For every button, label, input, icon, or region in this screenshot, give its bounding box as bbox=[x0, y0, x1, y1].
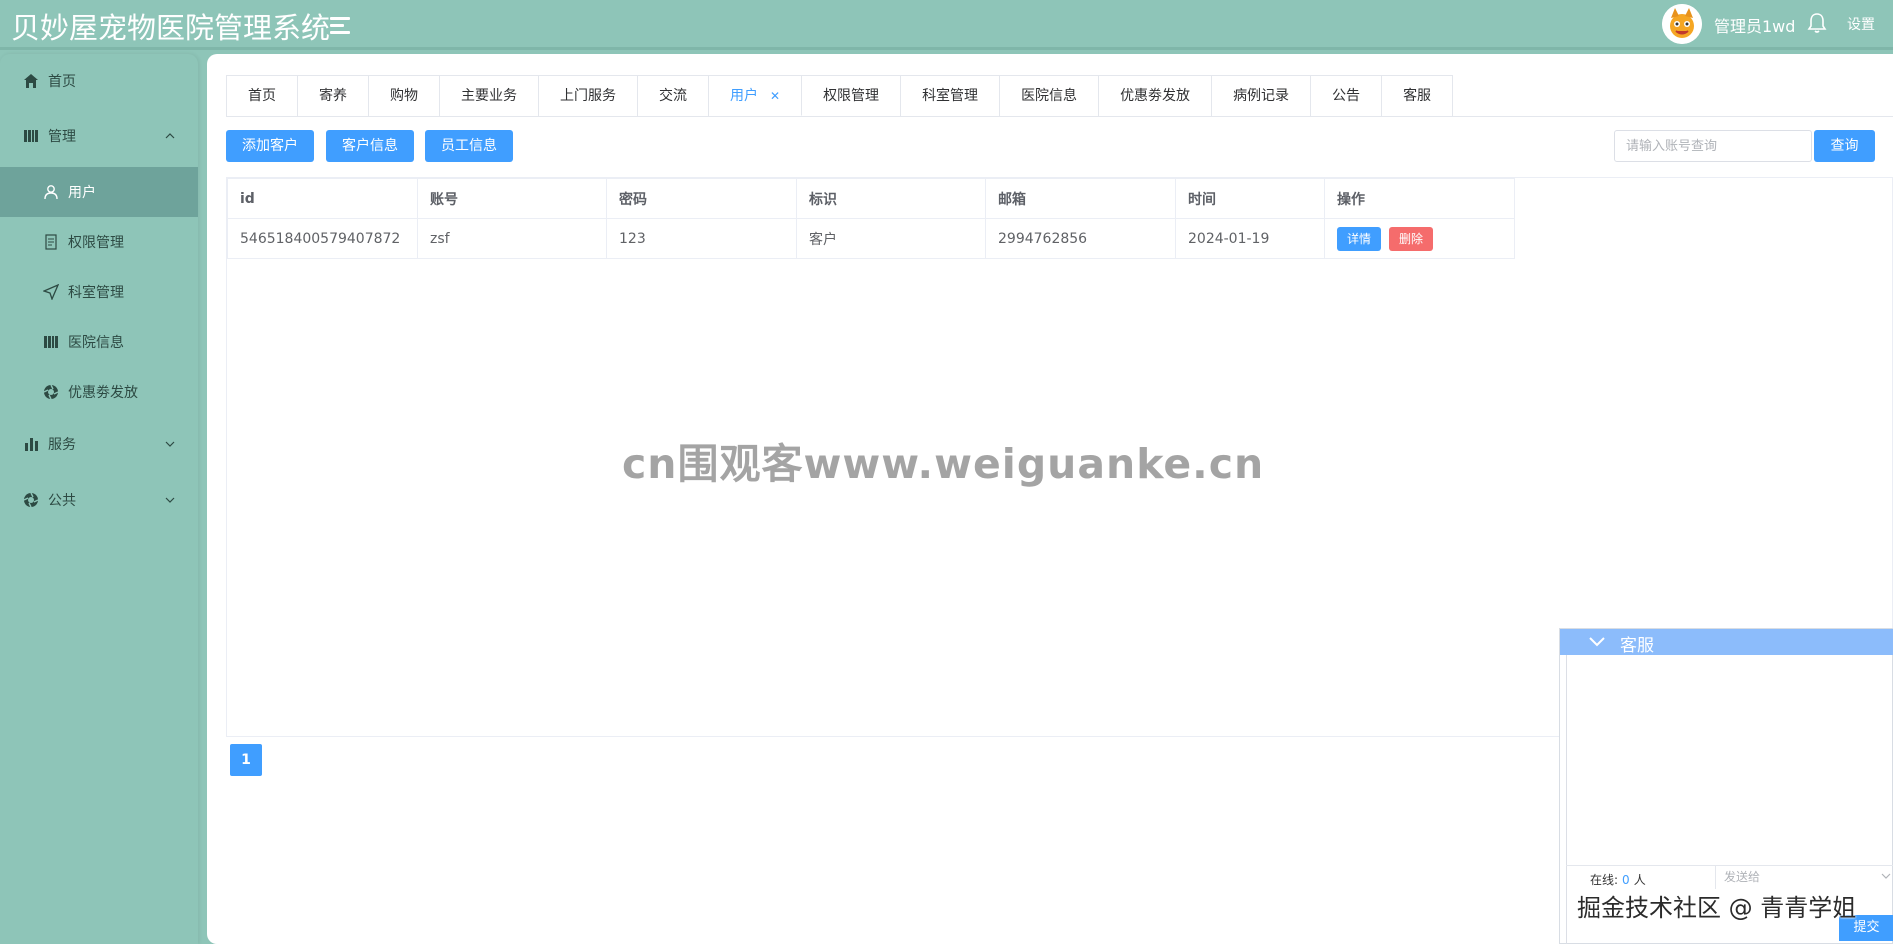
online-status: 在线: 0 人 bbox=[1590, 871, 1646, 888]
sidebar-item-permissions[interactable]: 权限管理 bbox=[0, 217, 198, 267]
cell-time: 2024-01-19 bbox=[1175, 218, 1325, 259]
chat-divider bbox=[1566, 655, 1567, 944]
customer-info-button[interactable]: 客户信息 bbox=[326, 130, 414, 162]
book-icon bbox=[23, 128, 39, 144]
sidebar-item-users[interactable]: 用户 bbox=[0, 167, 198, 217]
table-header-row: id 账号 密码 标识 邮箱 时间 操作 bbox=[227, 178, 1515, 219]
chevron-down-icon bbox=[165, 441, 175, 447]
cell-password: 123 bbox=[606, 218, 797, 259]
table-row: 546518400579407872 zsf 123 客户 2994762856… bbox=[227, 218, 1515, 259]
chat-header[interactable]: 客服 bbox=[1560, 629, 1893, 656]
menu-toggle-icon[interactable] bbox=[330, 17, 352, 35]
tab-customer-service[interactable]: 客服 bbox=[1382, 76, 1452, 116]
tab-departments[interactable]: 科室管理 bbox=[901, 76, 1001, 116]
bell-icon[interactable] bbox=[1807, 12, 1827, 34]
watermark-text: cn围观客www.weiguanke.cn bbox=[622, 440, 1265, 488]
tab-announcements[interactable]: 公告 bbox=[1311, 76, 1383, 116]
cell-email: 2994762856 bbox=[985, 218, 1176, 259]
sidebar-item-service[interactable]: 服务 bbox=[0, 419, 198, 469]
send-to-select[interactable]: 发送给 bbox=[1715, 865, 1893, 889]
cell-actions: 详情 删除 bbox=[1324, 218, 1515, 259]
online-label: 在线: bbox=[1590, 873, 1619, 887]
tab-hospital-info[interactable]: 医院信息 bbox=[1000, 76, 1100, 116]
pagination-page[interactable]: 1 bbox=[230, 744, 262, 776]
sidebar-item-label: 医院信息 bbox=[68, 335, 124, 351]
sidebar-item-public[interactable]: 公共 bbox=[0, 475, 198, 525]
cell-role: 客户 bbox=[796, 218, 986, 259]
tab-coupons[interactable]: 优惠劵发放 bbox=[1099, 76, 1213, 116]
send-icon bbox=[42, 283, 60, 301]
column-header: 账号 bbox=[417, 178, 607, 219]
online-unit: 人 bbox=[1633, 873, 1646, 887]
chevron-down-icon bbox=[1881, 873, 1891, 879]
sidebar: 首页 管理 用户 权限管理 科室管理 医院信息 优惠劵发放 服务 公共 bbox=[0, 54, 198, 944]
bar-chart-icon bbox=[23, 436, 39, 452]
sidebar-item-label: 用户 bbox=[68, 185, 96, 201]
close-icon[interactable]: ✕ bbox=[770, 89, 780, 103]
top-header: 贝妙屋宠物医院管理系统 管理员1wd 设置 bbox=[0, 0, 1893, 50]
tab-label: 用户 bbox=[730, 88, 758, 104]
sidebar-item-label: 科室管理 bbox=[68, 285, 124, 301]
chevron-down-icon bbox=[165, 497, 175, 503]
chat-title: 客服 bbox=[1620, 636, 1654, 656]
tabs-divider bbox=[226, 116, 1893, 117]
cell-id: 546518400579407872 bbox=[227, 218, 418, 259]
chevron-up-icon bbox=[165, 133, 175, 139]
app-title: 贝妙屋宠物医院管理系统 bbox=[11, 11, 331, 45]
column-header: 标识 bbox=[796, 178, 986, 219]
sidebar-item-manage[interactable]: 管理 bbox=[0, 111, 198, 161]
column-header: 密码 bbox=[606, 178, 797, 219]
tab-home[interactable]: 首页 bbox=[227, 76, 298, 116]
column-header: 邮箱 bbox=[985, 178, 1176, 219]
sidebar-item-hospital-info[interactable]: 医院信息 bbox=[0, 317, 198, 367]
sidebar-item-label: 权限管理 bbox=[68, 235, 124, 251]
column-header: id bbox=[227, 178, 418, 219]
tab-users[interactable]: 用户 ✕ bbox=[709, 76, 803, 116]
sidebar-item-label: 公共 bbox=[48, 493, 76, 509]
username[interactable]: 管理员1wd bbox=[1714, 13, 1795, 37]
chevron-down-icon[interactable] bbox=[1588, 635, 1606, 649]
tab-bar: 首页 寄养 购物 主要业务 上门服务 交流 用户 ✕ 权限管理 科室管理 医院信息… bbox=[226, 75, 1454, 116]
sidebar-item-label: 优惠劵发放 bbox=[68, 385, 138, 401]
book-icon bbox=[43, 334, 59, 350]
sidebar-item-coupons[interactable]: 优惠劵发放 bbox=[0, 367, 198, 417]
search-input[interactable] bbox=[1614, 130, 1812, 162]
delete-button[interactable]: 删除 bbox=[1389, 226, 1434, 251]
staff-info-button[interactable]: 员工信息 bbox=[425, 130, 513, 162]
add-customer-button[interactable]: 添加客户 bbox=[226, 130, 314, 162]
aperture-icon bbox=[23, 492, 39, 508]
tab-main-business[interactable]: 主要业务 bbox=[440, 76, 539, 116]
column-header: 操作 bbox=[1324, 178, 1515, 219]
settings-menu[interactable]: 设置 bbox=[1847, 14, 1875, 34]
tab-home-service[interactable]: 上门服务 bbox=[539, 76, 638, 116]
sidebar-item-home[interactable]: 首页 bbox=[0, 56, 198, 106]
column-header: 时间 bbox=[1175, 178, 1325, 219]
sidebar-item-label: 首页 bbox=[48, 74, 76, 90]
tab-permissions[interactable]: 权限管理 bbox=[802, 76, 902, 116]
detail-button[interactable]: 详情 bbox=[1337, 226, 1382, 251]
document-icon bbox=[43, 234, 59, 250]
juejin-watermark: 掘金技术社区 @ 青青学姐 bbox=[1577, 894, 1857, 922]
sidebar-item-departments[interactable]: 科室管理 bbox=[0, 267, 198, 317]
tab-boarding[interactable]: 寄养 bbox=[298, 76, 369, 116]
tab-case-records[interactable]: 病例记录 bbox=[1212, 76, 1312, 116]
search-button[interactable]: 查询 bbox=[1814, 130, 1875, 162]
online-count: 0 bbox=[1622, 873, 1630, 887]
send-to-placeholder: 发送给 bbox=[1724, 870, 1761, 884]
home-icon bbox=[23, 73, 39, 89]
avatar[interactable] bbox=[1662, 4, 1702, 44]
tab-communication[interactable]: 交流 bbox=[638, 76, 709, 116]
user-icon bbox=[43, 184, 59, 200]
aperture-icon bbox=[43, 384, 59, 400]
cell-account: zsf bbox=[417, 218, 607, 259]
tab-shopping[interactable]: 购物 bbox=[369, 76, 440, 116]
sidebar-item-label: 管理 bbox=[48, 129, 76, 145]
sidebar-item-label: 服务 bbox=[48, 437, 76, 453]
